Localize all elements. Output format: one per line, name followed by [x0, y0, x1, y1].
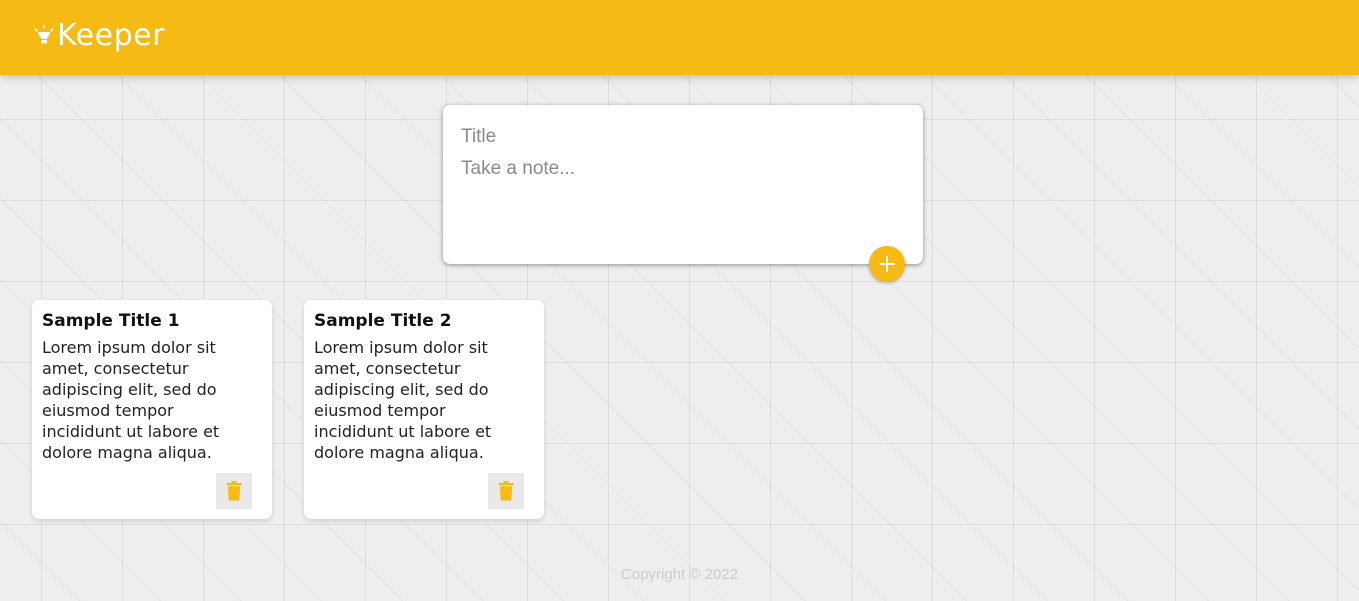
note-card: Sample Title 2 Lorem ipsum dolor sit ame… [304, 300, 544, 519]
note-content-textarea[interactable]: Take a note... [461, 158, 575, 180]
delete-note-button[interactable] [216, 473, 252, 509]
footer: Copyright © 2022 [0, 566, 1359, 583]
app-title: Keeper [57, 18, 165, 53]
app-header: Keeper [0, 0, 1359, 75]
note-title-input[interactable]: Title [461, 126, 496, 148]
note-content: Lorem ipsum dolor sit amet, consectetur … [42, 338, 220, 462]
brand: Keeper [34, 18, 165, 54]
copyright-text: Copyright © 2022 [621, 566, 738, 583]
create-note-form: Title Take a note... [443, 105, 923, 264]
lightbulb-icon [34, 25, 54, 44]
note-title: Sample Title 1 [42, 311, 180, 331]
note-title: Sample Title 2 [314, 311, 452, 331]
trash-icon [498, 481, 514, 501]
note-content: Lorem ipsum dolor sit amet, consectetur … [314, 338, 492, 462]
plus-icon [879, 256, 895, 272]
trash-icon [226, 481, 242, 501]
delete-note-button[interactable] [488, 473, 524, 509]
add-note-button[interactable] [869, 246, 905, 282]
note-card: Sample Title 1 Lorem ipsum dolor sit ame… [32, 300, 272, 519]
